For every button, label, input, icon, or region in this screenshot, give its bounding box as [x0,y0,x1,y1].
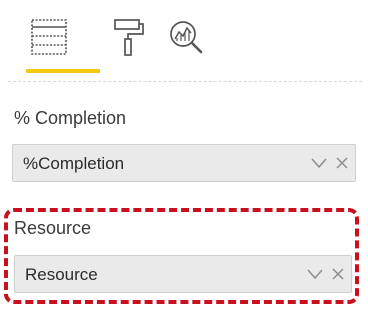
close-icon[interactable] [335,156,349,170]
fields-icon [31,19,67,55]
tab-format[interactable] [105,18,153,76]
field-well-resource[interactable]: Resource [14,255,352,293]
tab-fields[interactable] [25,18,73,76]
visualizations-pane: % Completion %Completion Resource Resour… [0,0,368,314]
analytics-magnifier-icon [170,21,203,54]
field-value-resource: Resource [25,265,98,284]
field-value-completion: %Completion [23,154,125,173]
format-paint-roller-icon [114,19,144,56]
field-label-resource: Resource [14,218,92,238]
tab-analytics[interactable] [162,18,210,76]
field-label-completion: % Completion [14,108,127,128]
close-icon[interactable] [331,267,345,281]
toolbar-divider [8,81,362,82]
chevron-down-icon[interactable] [307,267,323,281]
chevron-down-icon[interactable] [311,156,327,170]
field-well-completion[interactable]: %Completion [12,144,356,182]
active-tab-indicator [26,69,100,73]
pane-toolbar [0,0,368,80]
